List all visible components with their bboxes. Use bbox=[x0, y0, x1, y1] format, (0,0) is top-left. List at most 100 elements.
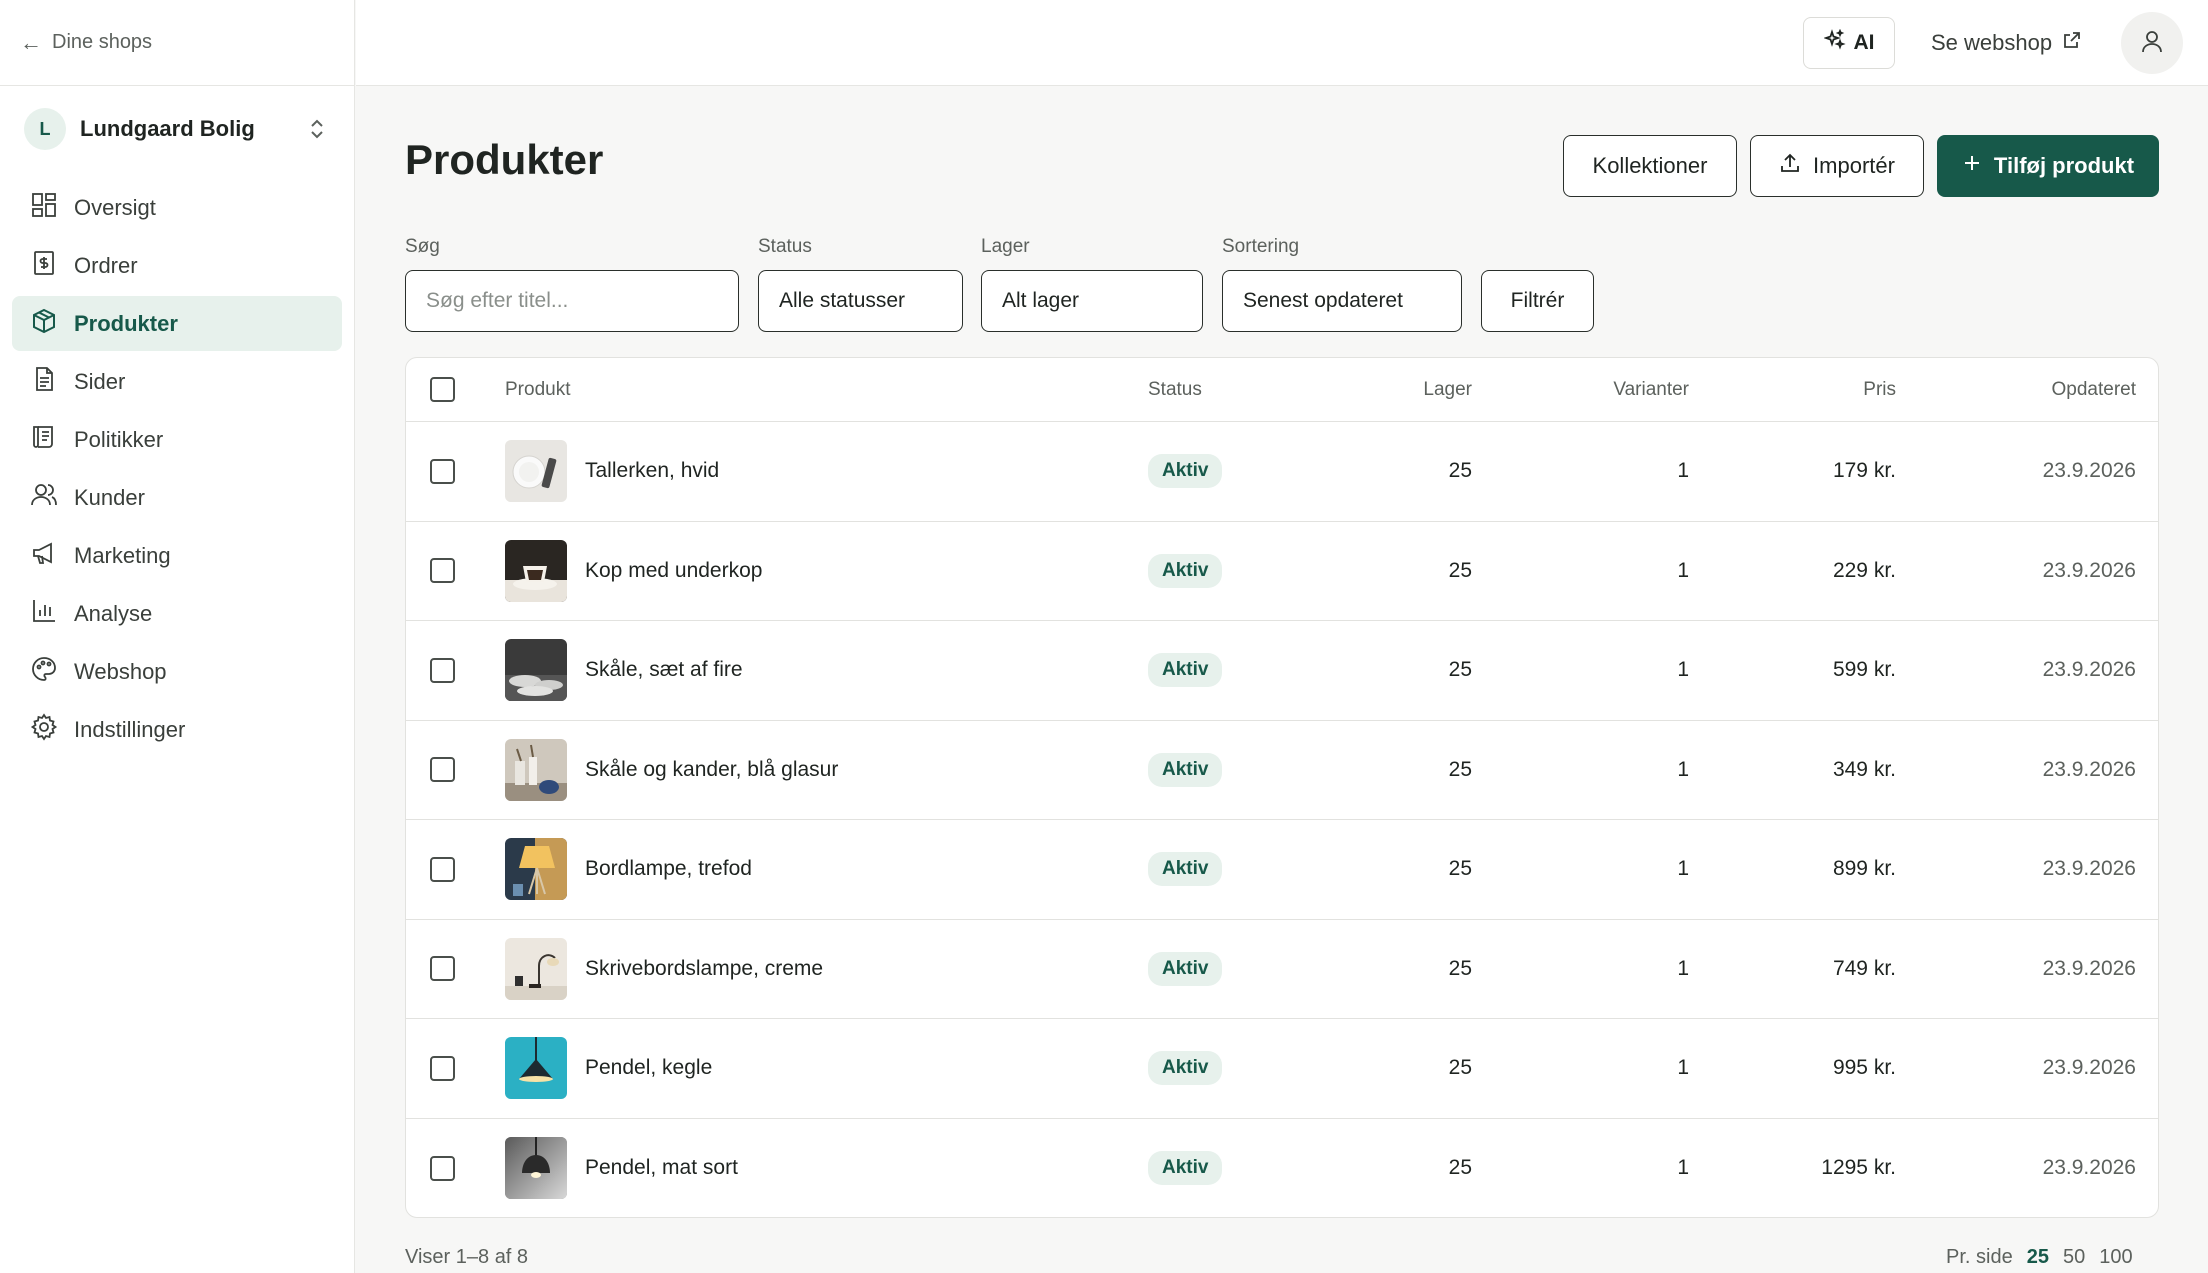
per-page-option-100[interactable]: 100 bbox=[2099, 1246, 2132, 1269]
sidebar-nav: Oversigt Ordrer Produkter Sider Politikk… bbox=[0, 180, 354, 757]
stock-select[interactable]: Alt lager bbox=[981, 270, 1203, 332]
sidebar-item-produkter[interactable]: Produkter bbox=[12, 296, 342, 351]
stock-label: Lager bbox=[981, 236, 1030, 257]
collections-button[interactable]: Kollektioner bbox=[1563, 135, 1737, 197]
ai-button[interactable]: AI bbox=[1803, 17, 1895, 69]
users-icon bbox=[30, 481, 58, 515]
per-page-option-25[interactable]: 25 bbox=[2027, 1246, 2049, 1269]
product-thumbnail bbox=[505, 738, 567, 801]
dashboard-icon bbox=[30, 191, 58, 225]
row-checkbox[interactable] bbox=[430, 1155, 455, 1181]
sidebar-item-marketing[interactable]: Marketing bbox=[12, 528, 342, 583]
back-to-shops-link[interactable]: ← Dine shops bbox=[0, 0, 354, 86]
product-thumbnail bbox=[505, 440, 567, 503]
product-name[interactable]: Tallerken, hvid bbox=[585, 422, 719, 521]
plus-icon bbox=[1962, 153, 1982, 179]
stock-value: 25 bbox=[1448, 757, 1472, 781]
megaphone-icon bbox=[30, 539, 58, 573]
updated-value: 23.9.2026 bbox=[2042, 1156, 2136, 1180]
price-value: 599 kr. bbox=[1832, 658, 1896, 682]
bar-chart-icon bbox=[30, 597, 58, 631]
view-webshop-link[interactable]: Se webshop bbox=[1931, 17, 2082, 69]
product-name[interactable]: Pendel, mat sort bbox=[585, 1119, 738, 1218]
row-checkbox[interactable] bbox=[430, 856, 455, 882]
row-checkbox[interactable] bbox=[430, 1055, 455, 1081]
header-variants[interactable]: Varianter bbox=[1566, 358, 1689, 421]
sidebar-item-label: Politikker bbox=[74, 426, 164, 452]
table-row[interactable]: Skrivebordslampe, creme Aktiv 25 1 749 k… bbox=[406, 920, 2158, 1019]
gear-icon bbox=[30, 712, 58, 747]
header-stock[interactable]: Lager bbox=[1406, 358, 1472, 421]
sidebar-item-politikker[interactable]: Politikker bbox=[12, 412, 342, 467]
select-all-checkbox[interactable] bbox=[430, 377, 455, 402]
sidebar-item-webshop[interactable]: Webshop bbox=[12, 644, 342, 699]
add-product-label: Tilføj produkt bbox=[1993, 153, 2135, 178]
status-badge: Aktiv bbox=[1148, 951, 1223, 986]
table-row[interactable]: Skåle og kander, blå glasur Aktiv 25 1 3… bbox=[406, 721, 2158, 820]
pagination-summary: Viser 1–8 af 8 bbox=[405, 1246, 529, 1268]
import-button[interactable]: Importér bbox=[1750, 135, 1924, 197]
product-name[interactable]: Kop med underkop bbox=[585, 522, 762, 621]
product-name[interactable]: Bordlampe, trefod bbox=[585, 820, 752, 919]
status-select[interactable]: Alle statusser bbox=[758, 270, 963, 332]
table-row[interactable]: Skåle, sæt af fire Aktiv 25 1 599 kr. 23… bbox=[406, 621, 2158, 721]
sidebar-item-kunder[interactable]: Kunder bbox=[12, 470, 342, 525]
stock-value: 25 bbox=[1448, 1156, 1472, 1180]
row-checkbox[interactable] bbox=[430, 956, 455, 982]
row-checkbox[interactable] bbox=[430, 657, 455, 683]
products-table: Produkt Status Lager Varianter Pris Opda… bbox=[405, 357, 2159, 1218]
updated-value: 23.9.2026 bbox=[2042, 459, 2136, 483]
updated-value: 23.9.2026 bbox=[2042, 757, 2136, 781]
row-checkbox[interactable] bbox=[430, 558, 455, 584]
header-product[interactable]: Produkt bbox=[505, 358, 570, 421]
sidebar-item-indstillinger[interactable]: Indstillinger bbox=[12, 702, 342, 757]
header-status[interactable]: Status bbox=[1148, 358, 1202, 421]
variants-value: 1 bbox=[1677, 956, 1689, 980]
add-product-button[interactable]: Tilføj produkt bbox=[1937, 135, 2159, 197]
status-badge: Aktiv bbox=[1148, 1051, 1223, 1086]
search-label: Søg bbox=[405, 236, 440, 257]
product-name[interactable]: Pendel, kegle bbox=[585, 1019, 712, 1118]
product-name[interactable]: Skåle, sæt af fire bbox=[585, 621, 743, 720]
table-row[interactable]: Pendel, mat sort Aktiv 25 1 1295 kr. 23.… bbox=[406, 1119, 2158, 1218]
back-label: Dine shops bbox=[52, 31, 153, 53]
shop-switcher[interactable]: L Lundgaard Bolig bbox=[24, 108, 330, 150]
sidebar-item-sider[interactable]: Sider bbox=[12, 354, 342, 409]
stock-value: 25 bbox=[1448, 459, 1472, 483]
table-row[interactable]: Pendel, kegle Aktiv 25 1 995 kr. 23.9.20… bbox=[406, 1019, 2158, 1119]
filter-button[interactable]: Filtrér bbox=[1481, 270, 1594, 332]
per-page-option-50[interactable]: 50 bbox=[2063, 1246, 2085, 1269]
topbar: AI Se webshop bbox=[356, 0, 2208, 86]
sparkles-icon bbox=[1822, 28, 1846, 57]
updated-value: 23.9.2026 bbox=[2042, 558, 2136, 582]
status-badge: Aktiv bbox=[1148, 553, 1223, 588]
header-updated[interactable]: Opdateret bbox=[1986, 358, 2137, 421]
table-row[interactable]: Kop med underkop Aktiv 25 1 229 kr. 23.9… bbox=[406, 522, 2158, 621]
product-name[interactable]: Skrivebordslampe, creme bbox=[585, 920, 823, 1019]
shop-name: Lundgaard Bolig bbox=[80, 116, 255, 141]
chevron-up-down-icon bbox=[304, 118, 330, 140]
product-thumbnail bbox=[505, 937, 567, 1000]
row-checkbox[interactable] bbox=[430, 757, 455, 783]
user-icon bbox=[2139, 28, 2165, 59]
sidebar-item-label: Marketing bbox=[74, 542, 171, 568]
product-thumbnail bbox=[505, 639, 567, 702]
select-all-checkbox-cell bbox=[430, 358, 455, 421]
sidebar-item-oversigt[interactable]: Oversigt bbox=[12, 180, 342, 235]
table-row[interactable]: Bordlampe, trefod Aktiv 25 1 899 kr. 23.… bbox=[406, 820, 2158, 920]
user-menu-button[interactable] bbox=[2121, 12, 2183, 74]
sidebar-item-ordrer[interactable]: Ordrer bbox=[12, 238, 342, 293]
sidebar-item-analyse[interactable]: Analyse bbox=[12, 586, 342, 641]
row-checkbox[interactable] bbox=[430, 458, 455, 484]
search-input[interactable] bbox=[405, 270, 739, 332]
webshop-label: Se webshop bbox=[1931, 30, 2053, 55]
product-name[interactable]: Skåle og kander, blå glasur bbox=[585, 721, 838, 820]
table-row[interactable]: Tallerken, hvid Aktiv 25 1 179 kr. 23.9.… bbox=[406, 422, 2158, 522]
status-badge: Aktiv bbox=[1148, 454, 1223, 489]
header-price[interactable]: Pris bbox=[1786, 358, 1896, 421]
price-value: 899 kr. bbox=[1832, 857, 1896, 881]
filter-button-label: Filtrér bbox=[1510, 289, 1565, 312]
variants-value: 1 bbox=[1677, 558, 1689, 582]
stock-value: 25 bbox=[1448, 1056, 1472, 1080]
sort-select[interactable]: Senest opdateret bbox=[1222, 270, 1462, 332]
